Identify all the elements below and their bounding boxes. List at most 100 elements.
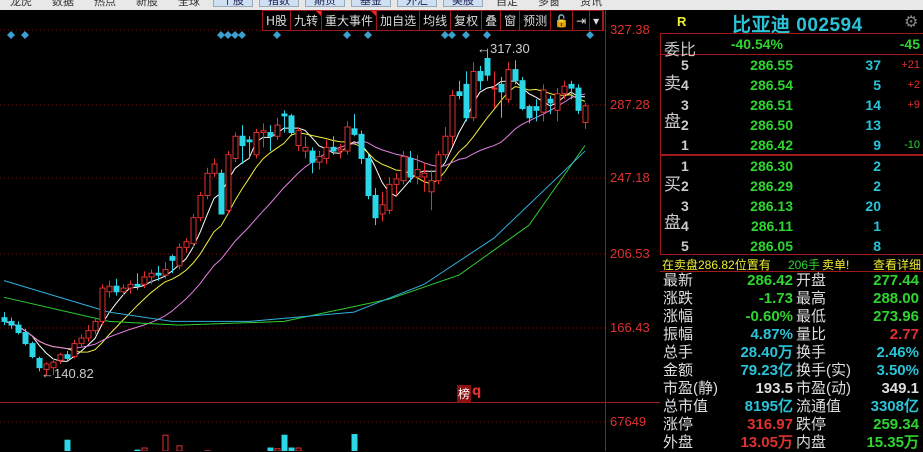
price: 286.50: [750, 117, 793, 133]
stat-row: 涨跌-1.73最高288.00: [660, 290, 923, 308]
toolbar-button[interactable]: 叠: [482, 11, 501, 30]
ask-row[interactable]: 2286.5013: [661, 115, 923, 135]
event-diamond-icon: [7, 31, 15, 39]
notice-text: 在卖盘286.82位置有: [662, 256, 771, 273]
bid-row[interactable]: 2286.292: [661, 176, 923, 196]
candle-body: [268, 133, 273, 137]
toolbar-button[interactable]: 加自选: [377, 11, 420, 30]
toolbar-button[interactable]: 预测: [520, 11, 551, 30]
ask-row[interactable]: 4286.545+2: [661, 75, 923, 95]
chart-toolbar: H股九转重大事件加自选均线复权叠窗预测🔓⇥▾: [262, 10, 604, 31]
level: 1: [681, 158, 689, 174]
price: 286.13: [750, 198, 793, 214]
stat-value: 277.44: [873, 272, 919, 290]
candle-body: [401, 157, 406, 181]
candle-body: [156, 273, 161, 275]
ask-row[interactable]: 3286.5114+9: [661, 95, 923, 115]
stat-label: 涨跌: [663, 290, 693, 308]
event-diamond-icon: [441, 31, 449, 39]
toolbar-button[interactable]: 🔓: [551, 11, 573, 30]
order-ratio-row: 委比 -40.54% -45: [660, 33, 923, 55]
candle-body: [219, 173, 224, 214]
candle-body: [142, 277, 147, 284]
toolbar-button[interactable]: ▾: [590, 11, 603, 30]
stat-label: 最低: [796, 308, 826, 326]
candle-body: [30, 344, 35, 357]
gear-icon[interactable]: ⚙: [904, 12, 918, 32]
toolbar-button[interactable]: 均线: [420, 11, 451, 30]
stat-row: 最新286.42开盘277.44: [660, 272, 923, 290]
volume: 5: [873, 77, 881, 93]
candle-body: [205, 173, 210, 195]
stat-value: -0.60%: [745, 308, 793, 326]
bid-row[interactable]: 1286.302: [661, 156, 923, 176]
volume: 14: [865, 97, 881, 113]
candle-body: [254, 133, 259, 155]
stat-row: 金额79.23亿换手(实)3.50%: [660, 362, 923, 380]
bid-row[interactable]: 5286.058: [661, 236, 923, 256]
candle-body: [247, 140, 252, 142]
candle-body: [352, 129, 357, 135]
toolbar-button[interactable]: 九转: [291, 11, 322, 30]
candle-body: [79, 338, 84, 344]
price: 286.51: [750, 97, 793, 113]
stat-value: 79.23亿: [740, 362, 793, 380]
r-badge: R: [677, 14, 686, 29]
toolbar-button[interactable]: 复权: [451, 11, 482, 30]
toolbar-button[interactable]: 窗: [501, 11, 520, 30]
level: 3: [681, 97, 689, 113]
candle-body: [415, 170, 420, 177]
stat-value: 15.35万: [866, 434, 919, 452]
stat-row: 振幅4.87%量比2.77: [660, 326, 923, 344]
ask-row[interactable]: 1286.429-10: [661, 135, 923, 155]
quote-stats: 最新286.42开盘277.44涨跌-1.73最高288.00涨幅 -0.60%最…: [660, 272, 923, 452]
ask-row[interactable]: 5286.5537+21: [661, 55, 923, 75]
volume: 13: [865, 117, 881, 133]
event-diamond-icon: [217, 31, 225, 39]
low-price-label: 140.82: [54, 366, 94, 381]
candle-body: [499, 84, 504, 91]
stat-value: 316.97: [747, 416, 793, 434]
candle-body: [569, 84, 574, 88]
bid-row[interactable]: 4286.111: [661, 216, 923, 236]
candle-body: [212, 164, 217, 173]
candle-body: [429, 181, 434, 192]
stat-value: 259.34: [873, 416, 919, 434]
notice-tail: 卖单!: [822, 256, 849, 273]
volume-bar: [163, 435, 168, 451]
candle-body: [394, 179, 399, 185]
stat-label: 涨幅: [663, 308, 693, 326]
candle-body: [296, 131, 301, 146]
toolbar-button[interactable]: 重大事件: [322, 11, 377, 30]
candle-body: [177, 247, 182, 266]
price: 286.05: [750, 238, 793, 254]
candle-body: [380, 205, 385, 214]
volume-change: -10: [904, 139, 920, 151]
ranking-badge[interactable]: 榜: [457, 385, 471, 402]
level: 2: [681, 178, 689, 194]
toolbar-button[interactable]: H股: [263, 11, 291, 30]
price-axis-label: 287.28: [610, 97, 650, 112]
candle-body: [93, 321, 98, 330]
candle-body: [492, 88, 497, 89]
candle-body: [100, 288, 105, 321]
ranking-q-label[interactable]: q: [472, 384, 481, 399]
candle-body: [261, 131, 266, 133]
view-details-link[interactable]: 查看详细: [873, 256, 921, 273]
candle-body: [149, 273, 154, 277]
stat-value: 349.1: [881, 380, 919, 398]
volume-bar: [282, 435, 287, 451]
quote-panel: R 比亚迪 002594 ⚙ 委比 -40.54% -45 卖盘 5286.55…: [660, 10, 923, 451]
price: 286.30: [750, 158, 793, 174]
bid-row[interactable]: 3286.1320: [661, 196, 923, 216]
event-diamond-icon: [224, 31, 232, 39]
candle-body: [170, 257, 175, 261]
candle-body: [233, 136, 238, 158]
candle-body: [128, 284, 133, 288]
candle-body: [58, 355, 63, 361]
stat-value: 13.05万: [740, 434, 793, 452]
toolbar-button[interactable]: ⇥: [573, 11, 590, 30]
stat-value: 3.50%: [876, 362, 919, 380]
level: 5: [681, 57, 689, 73]
candle-body: [198, 195, 203, 217]
